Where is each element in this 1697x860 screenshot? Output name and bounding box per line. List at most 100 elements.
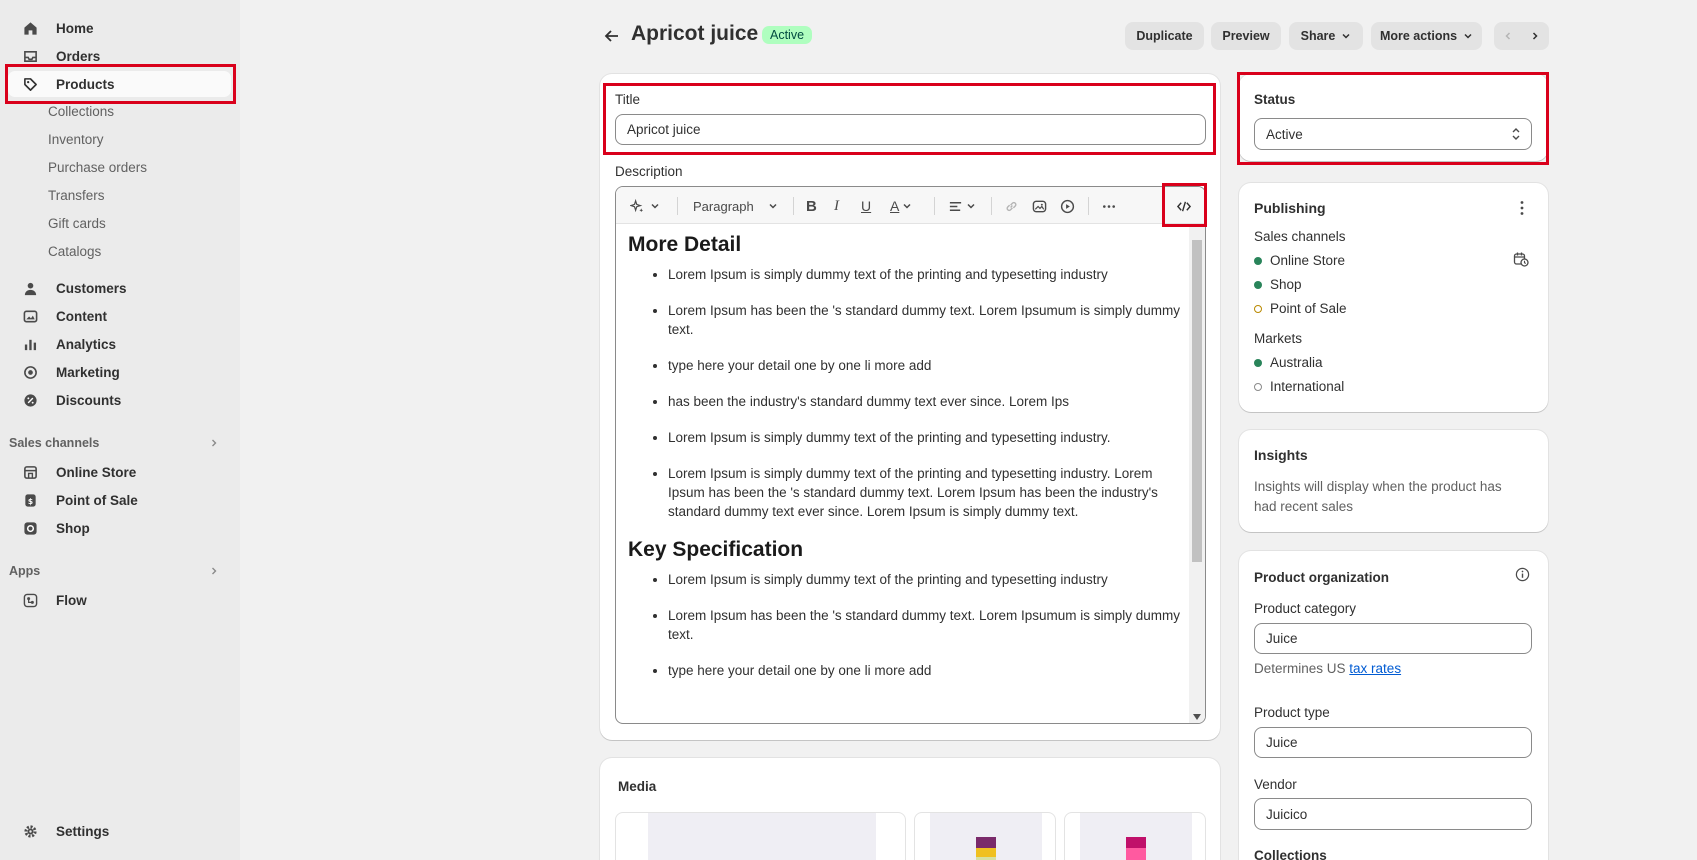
insights-title: Insights <box>1254 447 1308 463</box>
media-main-thumbnail[interactable] <box>615 812 906 860</box>
nav-settings[interactable]: Settings <box>8 818 231 844</box>
flow-icon <box>22 592 38 608</box>
toolbar-divider <box>677 197 678 215</box>
status-dot <box>1254 256 1262 265</box>
channel-point-of-sale: Point of Sale <box>1254 301 1347 316</box>
nav-point-of-sale[interactable]: $ Point of Sale <box>8 487 231 513</box>
nav-label: Online Store <box>56 464 137 480</box>
nav-label: Discounts <box>56 392 122 408</box>
tax-rates-link[interactable]: tax rates <box>1349 661 1401 676</box>
ai-magic-button[interactable] <box>630 196 660 216</box>
market-international: International <box>1254 379 1344 394</box>
next-product-icon[interactable] <box>1522 31 1549 41</box>
channel-label: Shop <box>1270 277 1302 292</box>
align-button[interactable] <box>948 196 976 216</box>
button-label: Share <box>1300 29 1336 43</box>
media-thumbnail[interactable] <box>1064 812 1206 860</box>
status-dot <box>1254 304 1262 313</box>
share-button[interactable]: Share <box>1289 22 1363 50</box>
nav-shop[interactable]: Shop <box>8 515 231 541</box>
button-label: Duplicate <box>1136 29 1193 43</box>
nav-marketing[interactable]: Marketing <box>8 359 231 385</box>
duplicate-button[interactable]: Duplicate <box>1125 22 1204 50</box>
bottle-illustration <box>976 837 996 860</box>
market-label: Australia <box>1270 355 1323 370</box>
toolbar-divider <box>991 197 992 215</box>
status-dot <box>1254 358 1262 367</box>
media-label: Media <box>618 779 657 794</box>
nav-label: Home <box>56 20 94 36</box>
nav-flow[interactable]: Flow <box>8 587 231 613</box>
nav-products[interactable]: Products <box>8 71 231 97</box>
editor-content[interactable]: More Detail Lorem Ipsum is simply dummy … <box>628 233 1183 697</box>
detail-list: Lorem Ipsum is simply dummy text of the … <box>628 265 1183 521</box>
description-label: Description <box>615 164 683 179</box>
scroll-thumb[interactable] <box>1192 240 1202 562</box>
svg-text:$: $ <box>27 496 32 505</box>
tax-prefix: Determines US <box>1254 661 1346 676</box>
bold-icon[interactable]: B <box>806 196 817 216</box>
preview-button[interactable]: Preview <box>1211 22 1281 50</box>
scroll-down-icon[interactable] <box>1193 714 1201 720</box>
text-color-button[interactable]: A <box>890 196 912 216</box>
market-australia: Australia <box>1254 355 1323 370</box>
apps-heading[interactable]: Apps <box>8 564 231 578</box>
nav-customers[interactable]: Customers <box>8 275 231 301</box>
more-actions-button[interactable]: More actions <box>1371 22 1482 50</box>
product-type-input[interactable]: Juice <box>1254 727 1532 758</box>
gear-icon <box>22 823 38 839</box>
nav-sub-collections[interactable]: Collections <box>48 100 114 124</box>
video-icon[interactable] <box>1060 196 1075 216</box>
nav-home[interactable]: Home <box>8 15 231 41</box>
paragraph-label: Paragraph <box>693 198 754 214</box>
link-icon[interactable] <box>1004 196 1019 216</box>
italic-icon[interactable]: I <box>834 196 839 216</box>
info-icon[interactable] <box>1515 567 1530 582</box>
list-item: Lorem Ipsum is simply dummy text of the … <box>668 428 1183 447</box>
chevron-right-icon <box>209 438 219 448</box>
button-label: More actions <box>1379 29 1458 43</box>
nav-sub-gift-cards[interactable]: Gift cards <box>48 212 106 236</box>
image-icon[interactable] <box>1032 196 1047 216</box>
product-category-input[interactable]: Juice <box>1254 623 1532 654</box>
sidebar: Home Orders Products Collections Invento… <box>0 0 240 860</box>
more-vertical-icon[interactable] <box>1514 199 1530 217</box>
editor-scrollbar[interactable] <box>1189 224 1205 723</box>
chevron-right-icon <box>209 566 219 576</box>
more-options-icon[interactable] <box>1101 196 1117 216</box>
nav-orders[interactable]: Orders <box>8 43 231 69</box>
nav-sub-catalogs[interactable]: Catalogs <box>48 240 101 264</box>
calendar-schedule-icon[interactable] <box>1513 251 1529 267</box>
product-category-label: Product category <box>1254 601 1357 616</box>
status-value: Active <box>1266 126 1303 142</box>
description-editor[interactable]: Paragraph B I U A More Detail Lorem Ipsu… <box>615 186 1206 724</box>
nav-online-store[interactable]: Online Store <box>8 459 231 485</box>
nav-sub-purchase-orders[interactable]: Purchase orders <box>48 156 147 180</box>
code-view-icon[interactable] <box>1176 196 1192 216</box>
previous-product-icon[interactable] <box>1495 31 1522 41</box>
product-image <box>1080 813 1192 860</box>
nav-sub-transfers[interactable]: Transfers <box>48 184 105 208</box>
list-item: Lorem Ipsum has been the 's standard dum… <box>668 301 1183 339</box>
status-label: Status <box>1254 92 1296 107</box>
status-select[interactable]: Active <box>1254 118 1532 150</box>
back-arrow-icon[interactable] <box>602 26 622 46</box>
sales-channels-heading[interactable]: Sales channels <box>8 436 231 450</box>
media-thumbnail[interactable] <box>914 812 1056 860</box>
underline-icon[interactable]: U <box>861 196 871 216</box>
nav-content[interactable]: Content <box>8 303 231 329</box>
organization-title: Product organization <box>1254 570 1389 585</box>
nav-sub-inventory[interactable]: Inventory <box>48 128 104 152</box>
vendor-input[interactable]: Juicico <box>1254 798 1532 830</box>
list-item: Lorem Ipsum is simply dummy text of the … <box>668 265 1183 284</box>
sparkle-icon <box>630 198 645 214</box>
paragraph-select[interactable]: Paragraph <box>693 196 778 216</box>
nav-discounts[interactable]: Discounts <box>8 387 231 413</box>
insights-text: Insights will display when the product h… <box>1254 479 1502 514</box>
channel-label: Point of Sale <box>1270 301 1347 316</box>
chevron-down-icon <box>650 201 660 211</box>
title-input[interactable]: Apricot juice <box>615 114 1206 145</box>
nav-analytics[interactable]: Analytics <box>8 331 231 357</box>
nav-label: Shop <box>56 520 90 536</box>
publishing-card <box>1239 183 1548 412</box>
